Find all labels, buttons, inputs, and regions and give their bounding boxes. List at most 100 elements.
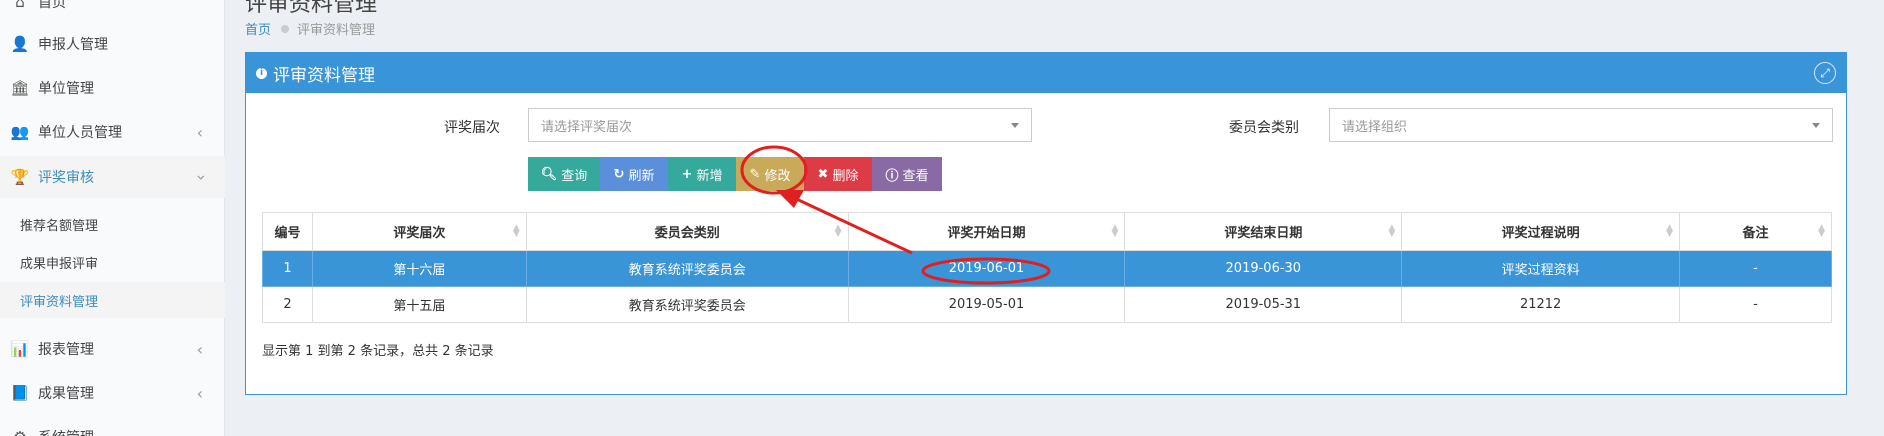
trophy-icon: 🏆 [10, 168, 30, 186]
users-icon: 👥 [10, 123, 30, 141]
sidebar-item-label: 单位人员管理 [38, 125, 122, 141]
query-button[interactable]: 🔍︎ 查询 [528, 157, 600, 191]
bar-chart-icon: 📊 [10, 340, 30, 358]
info-icon: i [256, 67, 267, 79]
sidebar-subitem-achievement-review[interactable]: 成果申报评审 [0, 244, 225, 280]
gear-icon: ⚙ [8, 428, 32, 436]
review-materials-table: 编号 评奖届次 ▲ ▼ 委员会类别 ▲ ▼ 评奖开始日期 ▲ ▼ 评奖结束日期 ▲ ▼ 评奖过程… [262, 212, 1832, 323]
column-header[interactable]: 评奖结束日期 ▲ ▼ [1124, 212, 1403, 251]
column-header[interactable]: 备注 ▲ ▼ [1679, 212, 1832, 251]
column-header[interactable]: 评奖过程说明 ▲ ▼ [1401, 212, 1681, 251]
chevron-left-icon: ‹ [196, 383, 203, 403]
committee-select[interactable]: 请选择组织 [1329, 108, 1833, 142]
view-button-label: 查看 [902, 168, 929, 184]
caret-down-icon [1011, 123, 1019, 128]
expand-icon[interactable]: ⤢ [1814, 62, 1836, 84]
panel-header: i 评审资料管理 ⤢ [246, 53, 1846, 93]
session-label: 评奖届次 [444, 120, 500, 136]
sidebar-item-label: 成果管理 [38, 386, 94, 402]
delete-button-label: 删除 [832, 168, 859, 184]
sidebar-item-unit-staff[interactable]: 👥 单位人员管理 ‹ [0, 112, 225, 152]
session-select[interactable]: 请选择评奖届次 [528, 108, 1032, 142]
table-cell: - [1679, 250, 1832, 287]
sidebar-item-label: 报表管理 [38, 342, 94, 358]
pagination-info: 显示第 1 到第 2 条记录，总共 2 条记录 [262, 344, 494, 359]
column-header[interactable]: 评奖届次 ▲ ▼ [311, 212, 527, 251]
chevron-left-icon: ‹ [196, 339, 203, 359]
chevron-down-icon: ‹ [190, 173, 210, 181]
sort-icon: ▲ ▼ [1111, 223, 1119, 239]
table-cell: 2019-06-01 [847, 250, 1126, 287]
info-icon: ⓘ [885, 168, 899, 184]
column-header[interactable]: 评奖开始日期 ▲ ▼ [847, 212, 1126, 251]
sidebar-item-label: 单位管理 [38, 81, 94, 97]
table-row[interactable]: 2 第十五届 教育系统评奖委员会 2019-05-01 2019-05-31 2… [262, 286, 1832, 323]
table-cell: 2 [262, 286, 313, 323]
sidebar-item-label: 申报人管理 [38, 37, 108, 53]
sidebar-item-applicants[interactable]: 👤 申报人管理 [0, 24, 225, 64]
edit-button[interactable]: ✎ 修改 [736, 157, 804, 191]
table-cell: 2019-05-31 [1124, 286, 1403, 323]
table-cell: 2019-05-01 [847, 286, 1126, 323]
sidebar-subitem-label: 推荐名额管理 [20, 218, 99, 234]
add-button-label: 新增 [696, 168, 723, 184]
table-cell: 评奖过程资料 [1401, 250, 1681, 287]
table-cell: 第十五届 [311, 286, 527, 323]
caret-down-icon [1812, 123, 1820, 128]
table-cell: 教育系统评奖委员会 [525, 286, 849, 323]
book-icon: 📘 [10, 384, 30, 402]
query-button-label: 查询 [561, 168, 588, 184]
sort-icon: ▲ ▼ [1818, 223, 1825, 239]
sort-icon: ▲ ▼ [512, 223, 520, 239]
page-title: 评审资料管理 [245, 0, 378, 17]
home-icon: ⌂ [15, 0, 25, 11]
sidebar-item-achievements[interactable]: 📘 成果管理 ‹ [0, 373, 225, 413]
table-cell: 21212 [1401, 286, 1681, 323]
sidebar-item-home[interactable]: ⌂ 首页 [0, 0, 225, 22]
sidebar-subitem-review-materials[interactable]: 评审资料管理 [0, 282, 225, 318]
sidebar-item-units[interactable]: 🏛 单位管理 [0, 68, 225, 108]
table-cell: 2019-06-30 [1124, 250, 1403, 287]
plus-icon: + [681, 166, 693, 182]
table-cell: 第十六届 [311, 250, 527, 287]
review-materials-panel: i 评审资料管理 ⤢ 评奖届次 请选择评奖届次 委员会类别 请选择组织 🔍︎ 查… [245, 52, 1847, 395]
column-header[interactable]: 编号 [262, 212, 313, 251]
search-icon: 🔍︎ [540, 166, 558, 182]
sidebar-subitem-quota[interactable]: 推荐名额管理 [0, 206, 225, 242]
session-select-placeholder: 请选择评奖届次 [541, 119, 633, 135]
table-cell: 1 [262, 250, 313, 287]
refresh-button-label: 刷新 [628, 168, 655, 184]
refresh-button[interactable]: ↻ 刷新 [600, 157, 668, 191]
refresh-icon: ↻ [613, 166, 625, 182]
sidebar: ⌂ 首页 👤 申报人管理 🏛 单位管理 👥 单位人员管理 ‹ 🏆 评奖审核 ‹ … [0, 0, 225, 436]
breadcrumb: 首页 评审资料管理 [245, 19, 375, 38]
breadcrumb-separator [281, 24, 290, 33]
chevron-left-icon: ‹ [196, 122, 203, 142]
edit-button-label: 修改 [764, 168, 791, 184]
committee-label: 委员会类别 [1229, 120, 1299, 136]
sidebar-subitem-label: 评审资料管理 [20, 294, 99, 310]
breadcrumb-current: 评审资料管理 [297, 23, 376, 38]
sidebar-item-label: 首页 [38, 0, 66, 11]
close-icon: ✖ [817, 166, 829, 182]
panel-title: 评审资料管理 [273, 65, 375, 86]
committee-select-placeholder: 请选择组织 [1342, 119, 1408, 135]
view-button[interactable]: ⓘ 查看 [872, 157, 942, 191]
bank-icon: 🏛 [10, 79, 30, 97]
sidebar-item-label: 系统管理 [38, 427, 94, 436]
sidebar-item-award-review[interactable]: 🏆 评奖审核 ‹ [0, 156, 225, 198]
sort-icon: ▲ ▼ [1666, 223, 1674, 239]
table-cell: - [1679, 286, 1832, 323]
table-header-row: 编号 评奖届次 ▲ ▼ 委员会类别 ▲ ▼ 评奖开始日期 ▲ ▼ 评奖结束日期 ▲ ▼ 评奖过程… [262, 212, 1832, 251]
delete-button[interactable]: ✖ 删除 [804, 157, 872, 191]
column-header[interactable]: 委员会类别 ▲ ▼ [525, 212, 849, 251]
user-icon: 👤 [10, 35, 30, 53]
sidebar-item-label: 评奖审核 [38, 170, 94, 186]
sort-icon: ▲ ▼ [834, 223, 842, 239]
add-button[interactable]: + 新增 [668, 157, 736, 191]
edit-icon: ✎ [749, 166, 761, 182]
breadcrumb-home-link[interactable]: 首页 [245, 19, 271, 38]
sidebar-item-system[interactable]: ⚙ 系统管理 [0, 417, 225, 436]
table-row[interactable]: 1 第十六届 教育系统评奖委员会 2019-06-01 2019-06-30 评… [262, 250, 1832, 287]
sidebar-item-reports[interactable]: 📊 报表管理 ‹ [0, 329, 225, 369]
